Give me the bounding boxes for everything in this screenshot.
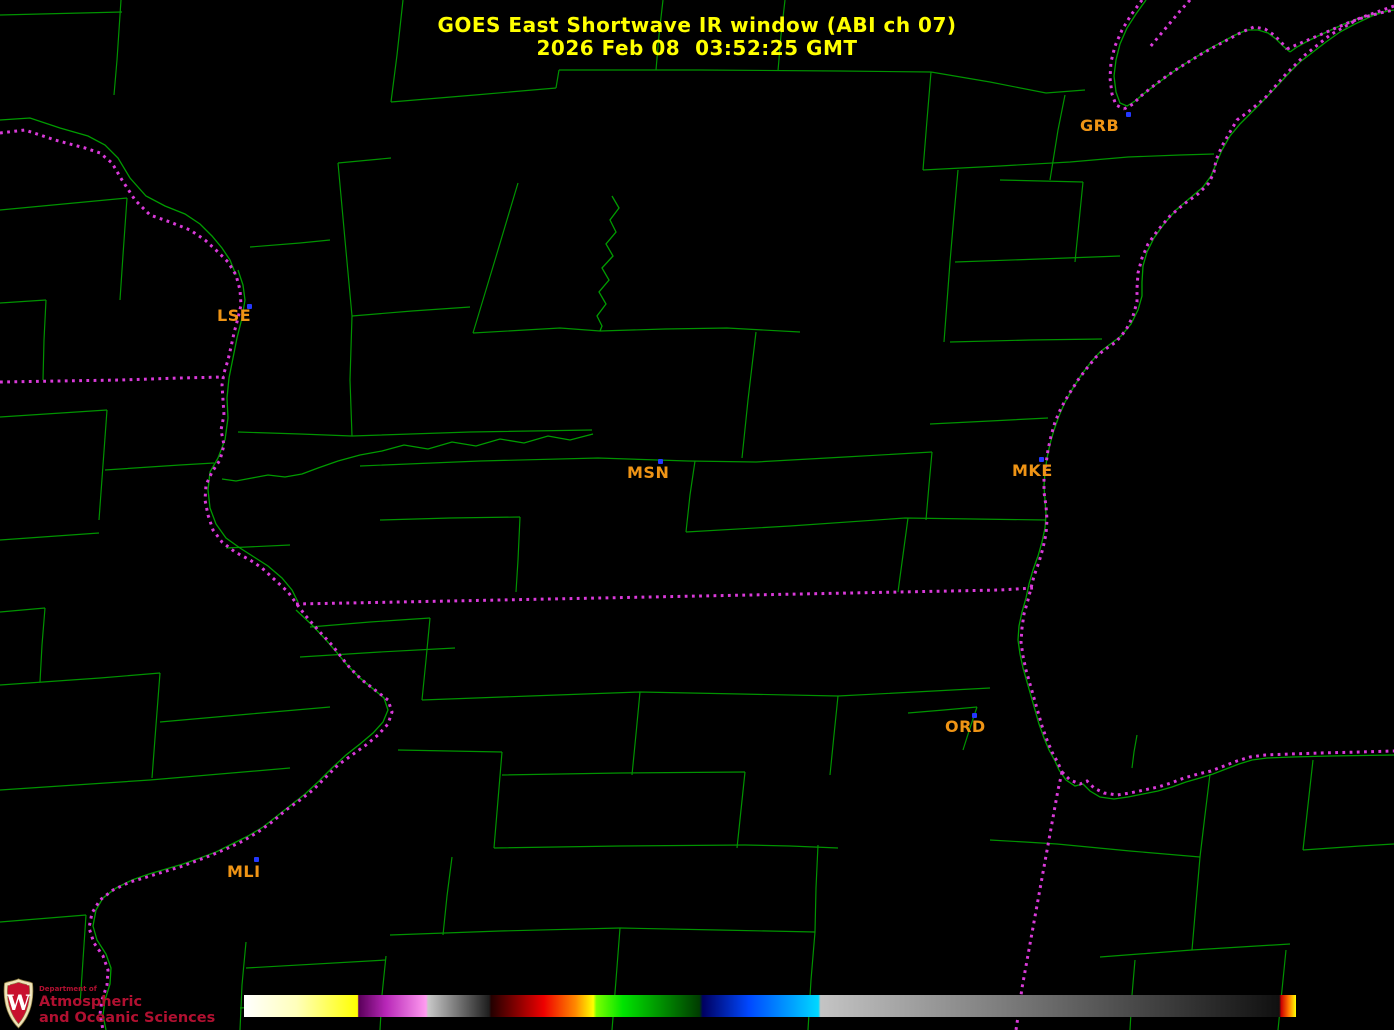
city-label-lse: LSE [217, 306, 251, 325]
border-mn-ia [0, 377, 224, 382]
city-label-msn: MSN [627, 463, 669, 482]
border-mississippi-river [0, 130, 392, 1030]
border-lake-michigan-west [1021, 6, 1394, 772]
logo-dept-line: Department of [39, 986, 215, 993]
city-label-ord: ORD [945, 717, 986, 736]
city-label-mke: MKE [1012, 461, 1053, 480]
mississippi-river-lower [93, 610, 388, 1030]
timestamp: 2026 Feb 08 03:52:25 GMT [0, 37, 1394, 60]
logo-text: Department of Atmospheric and Oceanic Sc… [39, 978, 215, 1025]
wisconsin-river-upper [597, 196, 619, 331]
logo-line2: and Oceanic Sciences [39, 1011, 215, 1026]
city-label-mli: MLI [227, 862, 261, 881]
uw-aos-logo: W Department of Atmospheric and Oceanic … [2, 978, 215, 1029]
city-label-grb: GRB [1080, 116, 1119, 135]
satellite-viewer-screen: GOES East Shortwave IR window (ABI ch 07… [0, 0, 1394, 1030]
product-title: GOES East Shortwave IR window (ABI ch 07… [0, 14, 1394, 37]
uw-crest-icon: W [2, 978, 35, 1029]
city-dot-grb [1126, 112, 1131, 117]
lake-michigan-west-shore [1018, 10, 1390, 770]
mississippi-river-upper [0, 118, 236, 275]
crest-monogram: W [6, 990, 31, 1015]
title-block: GOES East Shortwave IR window (ABI ch 07… [0, 14, 1394, 60]
border-wi-il [296, 588, 1033, 604]
lake-michigan-south-shore [1059, 755, 1394, 799]
wisconsin-river-lower [222, 434, 593, 481]
border-lake-michigan-south [1062, 751, 1394, 795]
map-canvas [0, 0, 1394, 1030]
border-il-in [1016, 772, 1062, 1030]
logo-line1: Atmospheric [39, 995, 215, 1010]
ir-enhancement-colorbar [244, 995, 1296, 1017]
